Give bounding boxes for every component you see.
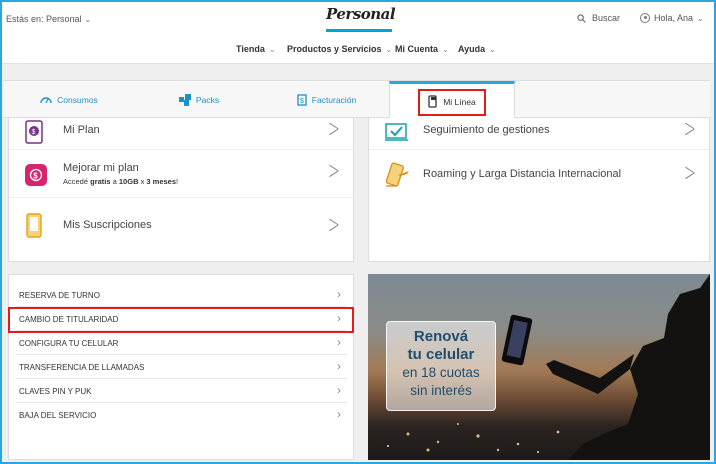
tab-packs[interactable]: Packs [134,81,264,119]
tab-label: Consumos [57,95,98,105]
app-frame: Estás en: Personal ⌄ Personal Buscar Hola… [0,0,716,464]
tab-label: Packs [195,95,220,105]
item-subtitle: Accedé gratis a 10GB x 3 meses! [63,177,179,186]
list-item-reserva-turno[interactable]: RESERVA DE TURNO › [15,283,347,307]
chevron-down-icon: ⌄ [385,45,393,54]
chevron-right-icon: > [328,156,341,186]
logo-underline [326,29,392,32]
promo-line: tu celular [407,346,475,363]
location-selector[interactable]: Estás en: Personal ⌄ [6,14,91,24]
chevron-down-icon: ⌄ [442,45,449,54]
tab-facturacion[interactable]: $ Facturación [264,81,389,119]
services-list-card: RESERVA DE TURNO › CAMBIO DE TITULARIDAD ›… [8,274,354,460]
nav-label: Productos y Servicios [287,44,382,54]
nav-item-mi-cuenta[interactable]: Mi Cuenta ⌄ [395,44,449,54]
search-label: Buscar [592,13,621,23]
highlight-box [8,307,354,333]
gauge-icon [40,97,52,104]
chevron-down-icon: ⌄ [489,45,496,54]
list-item-mejorar-plan[interactable]: $ Mejorar mi plan Accedé gratis a 10GB x… [9,150,353,198]
upgrade-icon: $ [25,164,47,186]
nav-label: Tienda [236,44,265,54]
chevron-right-icon: › [337,287,341,301]
management-card: Seguimiento de gestiones > Roaming y Lar… [368,114,710,262]
item-title: Roaming y Larga Distancia Internacional [423,168,622,180]
tab-consumos[interactable]: Consumos [4,81,134,119]
item-title: Mi Plan [63,124,100,136]
promo-line: Renová [413,328,469,345]
list-item-suscripciones[interactable]: Mis Suscripciones > [9,198,353,262]
svg-text:$: $ [300,98,304,105]
chevron-right-icon: › [337,359,341,373]
subscriptions-icon [25,213,43,244]
section-tabs: Consumos Packs $ Facturación Mi Línea [4,80,710,119]
list-item-mi-plan[interactable]: $ Mi Plan > [9,114,353,150]
chevron-right-icon: > [328,210,341,240]
user-greeting: Hola, Ana [654,13,694,23]
list-item-label: TRANSFERENCIA DE LLAMADAS [19,363,145,372]
main-nav: Tienda ⌄ Productos y Servicios ⌄ Mi Cuenta… [2,36,714,64]
chevron-right-icon: › [337,407,341,421]
list-item-roaming[interactable]: Roaming y Larga Distancia Internacional … [369,150,709,198]
plan-icon: $ [25,120,43,149]
list-item-transferencia-llamadas[interactable]: TRANSFERENCIA DE LLAMADAS › [15,355,347,379]
chevron-right-icon: > [684,158,697,188]
chevron-right-icon: > [328,114,341,144]
promo-banner[interactable]: Renová tu celular en 18 cuotas sin inter… [368,274,710,460]
item-title: Mejorar mi plan [63,162,139,174]
list-item-label: RESERVA DE TURNO [19,291,100,300]
search-button[interactable]: Buscar [577,13,620,23]
nav-item-productos[interactable]: Productos y Servicios ⌄ [287,44,392,54]
list-item-configura-celular[interactable]: CONFIGURA TU CELULAR › [15,331,347,355]
item-title: Mis Suscripciones [63,219,152,231]
tab-label: Facturación [311,95,357,105]
list-item-seguimiento[interactable]: Seguimiento de gestiones > [369,114,709,150]
user-menu[interactable]: Hola, Ana ⌄ [640,13,704,23]
packs-icon [178,94,191,106]
list-item-baja-servicio[interactable]: BAJA DEL SERVICIO › [15,403,347,427]
promo-text-box: Renová tu celular en 18 cuotas sin inter… [386,321,496,411]
top-bar: Estás en: Personal ⌄ Personal Buscar Hola… [2,2,714,36]
tracking-icon [385,122,409,147]
promo-line: sin interés [410,383,472,398]
chevron-down-icon: ⌄ [84,15,92,24]
list-item-label: CLAVES PIN Y PUK [19,387,92,396]
highlight-box [418,89,486,116]
nav-item-tienda[interactable]: Tienda ⌄ [236,44,276,54]
chevron-right-icon: > [684,114,697,144]
list-item-label: CONFIGURA TU CELULAR [19,339,119,348]
user-icon [640,13,650,23]
search-icon [577,13,586,23]
svg-text:$: $ [33,171,38,180]
nav-item-ayuda[interactable]: Ayuda ⌄ [458,44,496,54]
chevron-down-icon: ⌄ [268,45,276,54]
logo[interactable]: Personal [326,2,396,32]
promo-line: en 18 cuotas [402,365,480,380]
list-item-claves-pin-puk[interactable]: CLAVES PIN Y PUK › [15,379,347,403]
line-options-card: $ Mi Plan > $ Mejorar mi plan Accedé gra… [8,114,354,262]
chevron-right-icon: › [337,383,341,397]
chevron-right-icon: › [337,335,341,349]
invoice-icon: $ [297,94,307,106]
roaming-icon [385,162,411,193]
logo-text: Personal [326,5,396,23]
nav-label: Ayuda [458,44,486,54]
list-item-label: BAJA DEL SERVICIO [19,411,97,420]
chevron-down-icon: ⌄ [697,13,704,23]
svg-text:$: $ [32,129,36,136]
item-title: Seguimiento de gestiones [423,124,550,136]
nav-label: Mi Cuenta [395,44,439,54]
location-label: Estás en: Personal [6,14,82,24]
